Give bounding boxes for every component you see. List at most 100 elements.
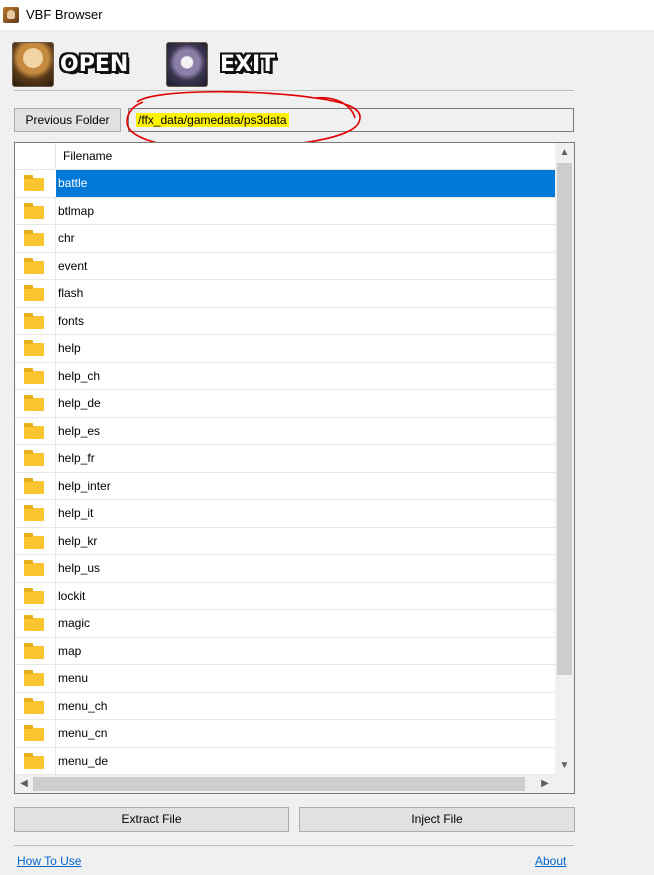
list-item[interactable]: chr — [15, 225, 555, 253]
list-item[interactable]: menu_ch — [15, 692, 555, 720]
list-item[interactable]: help_kr — [15, 527, 555, 555]
folder-icon — [24, 587, 44, 604]
open-button[interactable]: OPEN — [12, 42, 137, 87]
list-item[interactable]: map — [15, 637, 555, 665]
list-item-label: menu_ch — [58, 698, 108, 713]
list-item-label: help_es — [58, 423, 101, 438]
title-bar: VBF Browser — [0, 0, 654, 30]
vbf-app-icon — [3, 7, 19, 23]
icon-cell — [15, 280, 56, 307]
icon-cell — [15, 390, 56, 417]
folder-icon — [24, 340, 44, 356]
vertical-scroll-thumb[interactable] — [557, 163, 572, 675]
list-item-label: help_fr — [58, 451, 95, 465]
list-item-label: help_kr — [58, 533, 98, 548]
how-to-use-link[interactable]: How To Use — [17, 854, 81, 868]
icon-cell — [15, 637, 56, 665]
folder-icon — [24, 367, 44, 384]
list-header: Filename — [15, 143, 555, 170]
folder-icon — [24, 752, 44, 769]
exit-button-label: EXIT — [220, 52, 276, 77]
character-portrait-icon — [166, 42, 208, 87]
icon-cell — [15, 747, 56, 775]
icon-cell — [15, 170, 56, 197]
folder-icon — [24, 312, 44, 329]
list-item[interactable]: help_it — [15, 500, 555, 528]
scroll-right-arrow-icon[interactable]: ▶ — [536, 775, 554, 793]
file-list-view[interactable]: Filename battle btlmap chr event flash fonts h… — [14, 142, 575, 794]
folder-icon — [24, 477, 44, 494]
folder-icon — [24, 532, 44, 549]
list-item[interactable]: flash — [15, 280, 555, 308]
list-item[interactable]: help_us — [15, 555, 555, 583]
icon-cell — [15, 527, 56, 555]
footer-separator — [14, 845, 574, 846]
vertical-scrollbar[interactable]: ▲ ▼ — [555, 143, 574, 776]
current-path-text: /ffx_data/gamedata/ps3data — [136, 113, 289, 127]
list-item[interactable]: help_fr — [15, 445, 555, 473]
about-link[interactable]: About — [535, 854, 566, 868]
list-item-label: help_ch — [58, 368, 101, 383]
icon-cell — [15, 500, 56, 527]
folder-icon — [24, 175, 44, 191]
icon-cell — [15, 362, 56, 390]
list-item[interactable]: battle — [15, 170, 555, 198]
horizontal-scrollbar[interactable]: ◀ ▶ — [15, 775, 555, 793]
list-item[interactable]: help — [15, 335, 555, 363]
list-item-label: help_us — [58, 561, 101, 575]
list-item-label: help_it — [58, 506, 94, 520]
horizontal-scroll-thumb[interactable] — [33, 777, 525, 791]
list-item[interactable]: help_es — [15, 417, 555, 445]
list-item[interactable]: btlmap — [15, 197, 555, 225]
list-item[interactable]: help_de — [15, 390, 555, 418]
icon-column-header[interactable] — [15, 143, 56, 170]
list-item-label: help_inter — [58, 478, 111, 493]
folder-icon — [24, 642, 44, 659]
folder-icon — [24, 697, 44, 714]
icon-cell — [15, 555, 56, 582]
folder-icon — [24, 505, 44, 521]
list-item[interactable]: event — [15, 252, 555, 280]
list-item-label: lockit — [58, 588, 86, 603]
scroll-down-arrow-icon[interactable]: ▼ — [555, 756, 574, 776]
folder-icon — [24, 615, 44, 631]
open-button-label: OPEN — [60, 52, 129, 77]
folder-icon — [24, 422, 44, 439]
toolbar-separator — [14, 90, 574, 91]
list-item[interactable]: menu — [15, 665, 555, 693]
scroll-left-arrow-icon[interactable]: ◀ — [15, 775, 33, 793]
icon-cell — [15, 225, 56, 252]
folder-icon — [24, 230, 44, 246]
scroll-up-arrow-icon[interactable]: ▲ — [555, 143, 574, 163]
list-item[interactable]: menu_de — [15, 747, 555, 775]
extract-file-button[interactable]: Extract File — [14, 807, 289, 832]
icon-cell — [15, 252, 56, 280]
current-path-field: /ffx_data/gamedata/ps3data — [128, 108, 574, 132]
list-item[interactable]: fonts — [15, 307, 555, 335]
filename-column-header[interactable]: Filename — [63, 149, 112, 163]
list-item-label: menu_de — [58, 753, 109, 768]
folder-icon — [24, 257, 44, 274]
icon-cell — [15, 307, 56, 335]
list-item-label: flash — [58, 286, 84, 300]
list-item-label: event — [58, 258, 88, 273]
exit-button[interactable]: EXIT — [166, 42, 286, 87]
window-title: VBF Browser — [26, 7, 103, 22]
list-item-label: help — [58, 341, 81, 355]
list-item[interactable]: menu_cn — [15, 720, 555, 748]
icon-cell — [15, 610, 56, 637]
previous-folder-button[interactable]: Previous Folder — [14, 108, 121, 132]
character-portrait-icon — [12, 42, 54, 87]
icon-cell — [15, 665, 56, 692]
list-item-label: battle — [58, 176, 88, 190]
icon-cell — [15, 417, 56, 445]
list-item[interactable]: lockit — [15, 582, 555, 610]
list-item[interactable]: magic — [15, 610, 555, 638]
list-item[interactable]: help_inter — [15, 472, 555, 500]
list-item[interactable]: help_ch — [15, 362, 555, 390]
scrollbar-corner — [555, 775, 574, 793]
icon-cell — [15, 582, 56, 610]
list-item-label: menu_cn — [58, 726, 108, 740]
list-item-label: magic — [58, 616, 91, 630]
inject-file-button[interactable]: Inject File — [299, 807, 575, 832]
